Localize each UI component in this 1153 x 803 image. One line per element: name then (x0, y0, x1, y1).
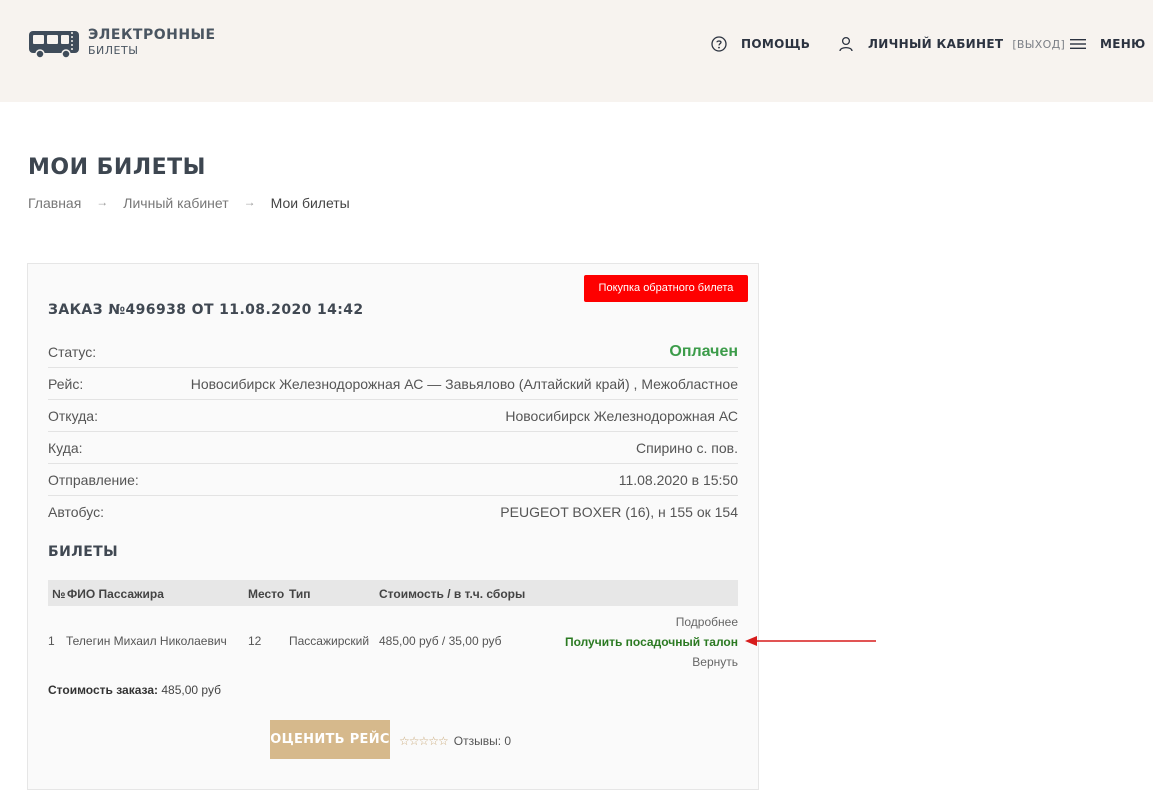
status-badge: Оплачен (669, 342, 738, 360)
detail-row-status: Статус: Оплачен (48, 336, 738, 368)
menu-label: МЕНЮ (1100, 37, 1146, 51)
detail-row-departure: Отправление: 11.08.2020 в 15:50 (48, 464, 738, 496)
detail-label: Откуда: (48, 407, 98, 424)
ticket-actions: Подробнее Получить посадочный талон Верн… (565, 612, 738, 672)
seat-number: 12 (248, 634, 262, 648)
order-total-label: Стоимость заказа: (48, 683, 159, 697)
site-header: ЭЛЕКТРОННЫЕ БИЛЕТЫ ПОМОЩЬ ЛИЧНЫЙ КАБИНЕТ… (0, 0, 1153, 102)
cabinet-link[interactable]: ЛИЧНЫЙ КАБИНЕТ [ВЫХОД] (838, 33, 1065, 55)
page-title: МОИ БИЛЕТЫ (28, 155, 206, 180)
passenger-name: Телегин Михаил Николаевич (66, 634, 227, 648)
order-title: ЗАКАЗ №496938 ОТ 11.08.2020 14:42 (48, 302, 364, 318)
exit-link[interactable]: [ВЫХОД] (1012, 38, 1065, 51)
detail-value: PEUGEOT BOXER (16), н 155 ок 154 (500, 504, 738, 520)
breadcrumb-separator: → (96, 195, 109, 209)
tickets-title: БИЛЕТЫ (48, 544, 119, 560)
detail-row-bus: Автобус: PEUGEOT BOXER (16), н 155 ок 15… (48, 496, 738, 528)
order-card: Покупка обратного билета ЗАКАЗ №496938 О… (27, 263, 759, 790)
breadcrumb-cabinet[interactable]: Личный кабинет (123, 195, 228, 211)
ticket-num: 1 (48, 634, 55, 648)
detail-label: Рейс: (48, 375, 84, 392)
tickets-table-header: № ФИО Пассажира Место Тип Стоимость / в … (48, 580, 738, 606)
detail-value: Спирино с. пов. (636, 439, 738, 456)
refund-link[interactable]: Вернуть (565, 652, 738, 672)
table-row: 1 Телегин Михаил Николаевич 12 Пассажирс… (48, 610, 738, 674)
rate-trip-button[interactable]: ОЦЕНИТЬ РЕЙС (270, 720, 390, 759)
order-total-value: 485,00 руб (161, 683, 221, 697)
column-header-cost: Стоимость / в т.ч. сборы (379, 587, 526, 601)
ticket-type: Пассажирский (289, 634, 370, 648)
column-header-num: № (52, 587, 66, 601)
detail-row-route: Рейс: Новосибирск Железнодорожная АС — З… (48, 368, 738, 400)
breadcrumb-separator: → (243, 195, 256, 209)
user-icon (839, 36, 853, 52)
hamburger-icon (1070, 39, 1086, 49)
detail-value: Новосибирск Железнодорожная АС — Завьяло… (190, 375, 738, 392)
column-header-type: Тип (289, 587, 311, 601)
cabinet-label: ЛИЧНЫЙ КАБИНЕТ (868, 37, 1004, 51)
order-details: Статус: Оплачен Рейс: Новосибирск Железн… (48, 336, 738, 528)
help-link[interactable]: ПОМОЩЬ (711, 33, 810, 55)
column-header-seat: Место (248, 587, 285, 601)
breadcrumb: Главная → Личный кабинет → Мои билеты (28, 195, 350, 211)
detail-row-from: Откуда: Новосибирск Железнодорожная АС (48, 400, 738, 432)
details-link[interactable]: Подробнее (565, 612, 738, 632)
logo-subtitle: БИЛЕТЫ (88, 44, 139, 57)
detail-value: Новосибирск Железнодорожная АС (505, 407, 738, 424)
breadcrumb-current: Мои билеты (270, 195, 350, 211)
logo[interactable]: ЭЛЕКТРОННЫЕ БИЛЕТЫ (28, 26, 228, 66)
detail-label: Автобус: (48, 504, 104, 520)
ticket-cost: 485,00 руб / 35,00 руб (379, 634, 502, 648)
bus-ticket-icon (29, 31, 79, 59)
column-header-name: ФИО Пассажира (67, 587, 164, 601)
star-rating-icons[interactable]: ☆☆☆☆☆ (399, 734, 449, 748)
detail-label: Статус: (48, 343, 97, 360)
menu-button[interactable]: МЕНЮ (1070, 33, 1145, 55)
annotation-arrow-icon (745, 636, 876, 646)
detail-row-to: Куда: Спирино с. пов. (48, 432, 738, 464)
question-circle-icon (711, 36, 727, 52)
detail-label: Куда: (48, 439, 83, 456)
order-total: Стоимость заказа: 485,00 руб (48, 683, 221, 697)
breadcrumb-home[interactable]: Главная (28, 195, 81, 211)
buy-return-ticket-button[interactable]: Покупка обратного билета (584, 275, 748, 302)
detail-label: Отправление: (48, 471, 139, 488)
reviews-count: Отзывы: 0 (453, 734, 512, 748)
logo-title: ЭЛЕКТРОННЫЕ (88, 27, 216, 43)
detail-value: 11.08.2020 в 15:50 (618, 471, 738, 488)
rating-widget: ☆☆☆☆☆ Отзывы: 0 (399, 734, 511, 748)
help-label: ПОМОЩЬ (741, 37, 811, 51)
boarding-pass-link[interactable]: Получить посадочный талон (565, 632, 738, 652)
